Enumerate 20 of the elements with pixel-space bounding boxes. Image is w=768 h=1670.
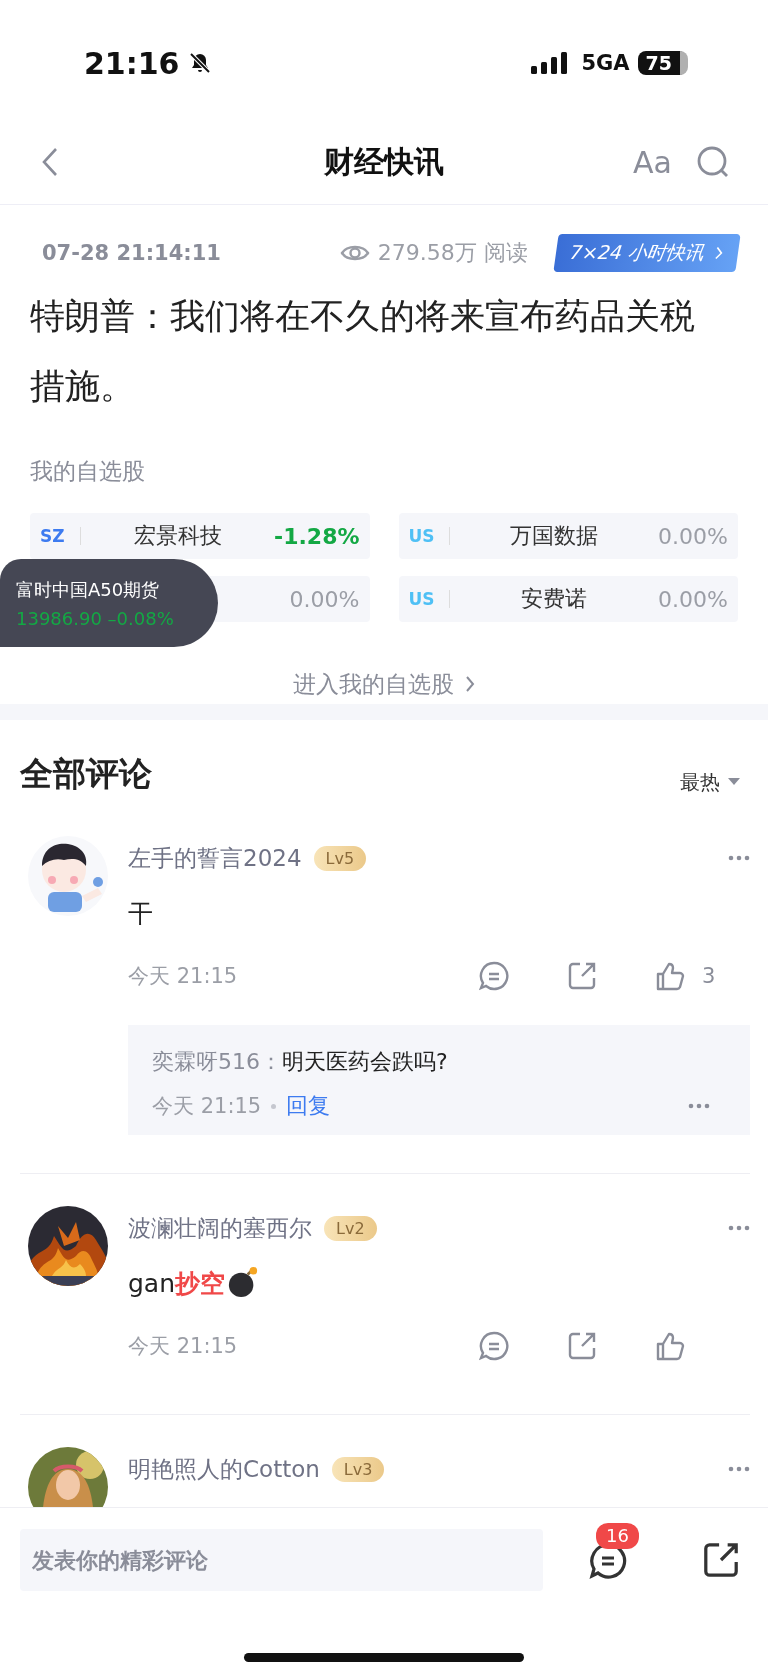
comments-title: 全部评论	[20, 752, 152, 795]
level-badge: Lv5	[313, 845, 367, 871]
watchlist-title: 我的自选股	[30, 457, 146, 486]
network-label: 5GA	[581, 51, 630, 75]
page-title: 财经快讯	[324, 142, 444, 181]
view-count: 279.58万 阅读	[377, 239, 528, 267]
comment-time: 今天 21:15	[128, 963, 238, 990]
reply-time: 今天 21:15	[152, 1093, 262, 1120]
battery-indicator: 75	[637, 51, 688, 75]
count-badge: 16	[596, 1523, 639, 1549]
like-count: 3	[702, 964, 716, 988]
status-time: 21:16	[84, 45, 180, 81]
comment-time: 今天 21:15	[128, 1333, 238, 1360]
level-badge: Lv3	[331, 1456, 385, 1482]
news-headline: 特朗普：我们将在不久的将来宣布药品关税措施。	[29, 295, 696, 408]
level-badge: Lv2	[324, 1215, 377, 1241]
comment-text: 干	[128, 897, 153, 930]
comment-text: gan抄空	[128, 1267, 226, 1300]
reply-text: 明天医药会跌吗?	[282, 1048, 448, 1076]
publish-time: 07-28 21:14:11	[42, 241, 221, 265]
